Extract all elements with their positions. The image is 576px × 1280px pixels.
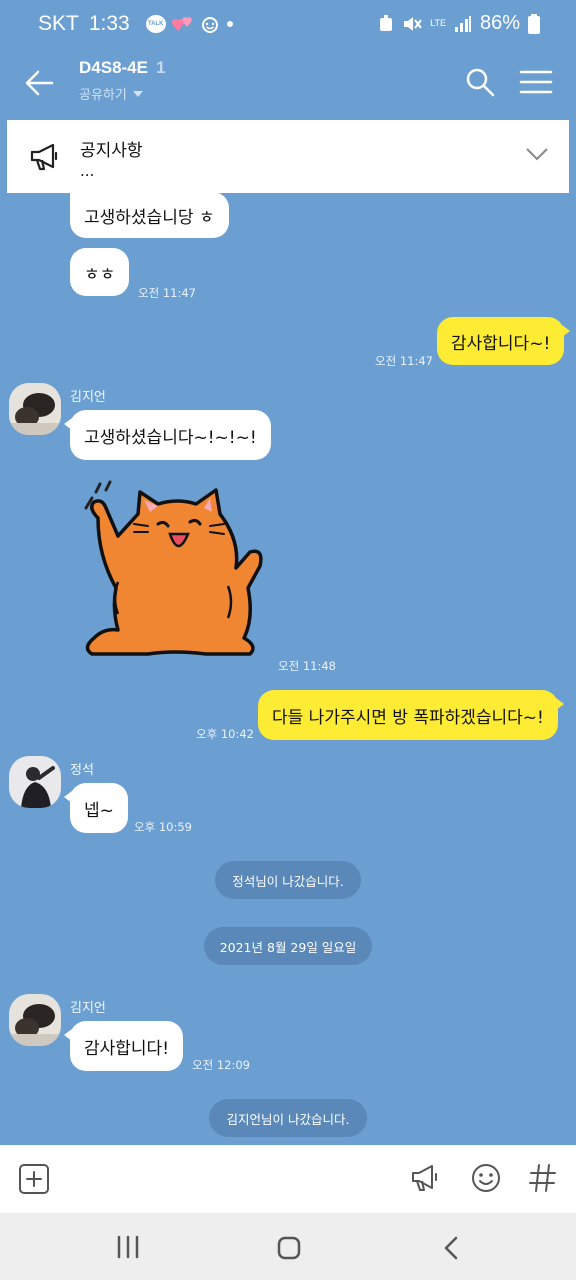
share-dropdown[interactable]: 공유하기 <box>79 84 143 103</box>
message-bubble[interactable]: 넵~ <box>64 783 128 833</box>
signal-icon <box>454 15 471 32</box>
plus-icon[interactable] <box>18 1163 50 1195</box>
sender-name: 정석 <box>70 763 94 778</box>
talk-notification-icon: TALK <box>145 15 166 33</box>
avatar[interactable] <box>9 994 61 1046</box>
lte-icon: LTE <box>430 18 446 28</box>
notice-subtitle: ... <box>80 162 95 180</box>
megaphone-icon <box>30 143 58 171</box>
clock: 1:33 <box>88 12 130 35</box>
menu-icon[interactable] <box>519 66 553 98</box>
system-message: 김지언님이 나갔습니다. <box>209 1099 367 1137</box>
message-time: 오후 10:42 <box>196 727 254 741</box>
status-right: LTE 86% <box>378 12 540 35</box>
dot-icon <box>226 21 233 27</box>
system-message: 정석님이 나갔습니다. <box>215 861 361 899</box>
notice-title: 공지사항 <box>80 141 143 161</box>
nav-back-icon[interactable] <box>440 1235 462 1261</box>
room-name: D4S8-4E <box>79 58 148 77</box>
emoji-icon[interactable] <box>470 1162 502 1194</box>
status-left: SKT 1:33 TALK <box>38 12 234 36</box>
sender-name: 김지언 <box>70 1001 106 1016</box>
message-bubble[interactable]: 고생하셨습니다~!~!~! <box>64 410 271 460</box>
home-icon[interactable] <box>276 1235 302 1261</box>
hash-icon[interactable] <box>528 1162 558 1194</box>
status-bar: SKT 1:33 TALK LTE 86% <box>0 0 576 52</box>
back-arrow-icon[interactable] <box>22 66 56 100</box>
chevron-down-icon[interactable] <box>525 146 549 162</box>
smile-notification-icon <box>201 17 218 33</box>
member-count: 1 <box>155 58 166 77</box>
cat-sticker[interactable] <box>78 478 268 658</box>
input-bar <box>0 1145 576 1213</box>
notice-banner[interactable]: 공지사항 ... <box>7 120 569 193</box>
avatar-photo-icon <box>9 994 61 1046</box>
avatar-photo-icon <box>9 383 61 435</box>
message-time: 오전 12:09 <box>192 1058 250 1072</box>
system-navigation-bar <box>0 1213 576 1280</box>
carrier: SKT <box>38 12 79 35</box>
search-icon[interactable] <box>464 66 496 98</box>
avatar[interactable] <box>9 756 61 808</box>
mute-icon <box>404 16 422 31</box>
megaphone-icon[interactable] <box>410 1163 440 1193</box>
avatar-photo-icon <box>9 756 61 808</box>
message-time: 오전 11:47 <box>375 354 433 368</box>
caret-down-icon <box>132 90 143 97</box>
sender-name: 김지언 <box>70 390 106 405</box>
alarm-icon <box>380 14 393 31</box>
battery-icon <box>528 13 540 34</box>
hearts-icon <box>171 17 192 31</box>
share-label: 공유하기 <box>79 88 127 103</box>
message-time: 오전 11:48 <box>278 659 336 673</box>
battery-percent: 86% <box>479 12 520 34</box>
message-bubble[interactable]: 고생하셨습니당 ㅎ <box>70 192 229 238</box>
avatar[interactable] <box>9 383 61 435</box>
chat-header: D4S8-4E 1 공유하기 <box>0 52 576 118</box>
message-bubble[interactable]: ㅎㅎ <box>70 248 130 296</box>
message-time: 오후 10:59 <box>134 820 192 834</box>
message-bubble[interactable]: 감사합니다! <box>63 1021 184 1071</box>
my-message-bubble[interactable]: 감사합니다~! <box>437 317 571 365</box>
recent-apps-icon[interactable] <box>115 1235 141 1259</box>
room-title[interactable]: D4S8-4E 1 <box>79 58 165 78</box>
my-message-bubble[interactable]: 다들 나가주시면 방 폭파하겠습니다~! <box>258 690 564 740</box>
date-divider: 2021년 8월 29일 일요일 <box>204 927 372 965</box>
message-time: 오전 11:47 <box>138 286 196 300</box>
